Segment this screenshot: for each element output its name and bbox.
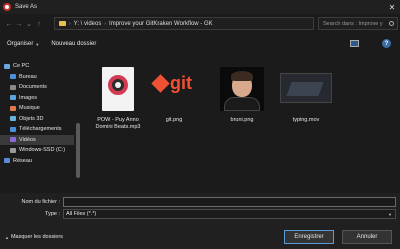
chevron-down-icon: ▼: [388, 211, 392, 217]
toolbar: Organiser ▼ Nouveau dossier ?: [0, 36, 400, 52]
address-bar: ← → ⌄ ↑ › Y: \ videos › Improve your Git…: [0, 14, 400, 34]
videos-icon: [10, 137, 16, 142]
documents-icon: [10, 84, 16, 90]
recent-chevron-icon[interactable]: ⌄: [24, 18, 34, 30]
forward-arrow-icon[interactable]: →: [14, 18, 24, 30]
file-name: typing.mov: [292, 117, 320, 123]
search-input[interactable]: Search dans : Improve y: [318, 17, 398, 30]
folder-icon: [59, 21, 66, 26]
new-folder-label: Nouveau dossier: [51, 41, 97, 47]
sidebar-item-label: Ce PC: [13, 63, 30, 69]
window-title: Save As: [15, 4, 38, 10]
up-arrow-icon[interactable]: ↑: [34, 18, 44, 30]
sidebar-item-label: Windows-SSD (C:): [19, 147, 66, 153]
hide-folders-toggle[interactable]: ▲ Masquer les dossiers: [5, 234, 63, 240]
sidebar-item-documents[interactable]: Documents: [0, 82, 74, 92]
file-item[interactable]: bruni.png: [214, 59, 270, 135]
file-name: bruni.png: [230, 117, 254, 123]
file-item[interactable]: typing.mov: [278, 59, 334, 135]
sidebar-item-vid-os[interactable]: Vidéos: [0, 134, 74, 145]
app-icon: [3, 3, 11, 11]
new-folder-button[interactable]: Nouveau dossier: [51, 41, 96, 47]
breadcrumb-item-videos[interactable]: Y: \ videos: [74, 21, 102, 27]
type-label: Type :: [45, 211, 60, 217]
sidebar-item-bureau[interactable]: Bureau: [0, 72, 74, 82]
breadcrumb-item-current[interactable]: Improve your GitKraken Workflow - GK: [109, 21, 213, 27]
git-logo-text: git: [170, 73, 192, 93]
sidebar-item-label: Objets 3D: [19, 115, 44, 122]
back-arrow-icon[interactable]: ←: [4, 18, 14, 30]
file-item[interactable]: git git.png: [146, 59, 202, 135]
file-list: POW - Puy Anno Domini Beats.mp3 git git.…: [82, 53, 400, 193]
search-icon: [389, 21, 394, 26]
close-icon[interactable]: ✕: [384, 0, 400, 14]
file-item[interactable]: POW - Puy Anno Domini Beats.mp3: [90, 59, 146, 135]
sidebar-item-musique[interactable]: Musique: [0, 103, 74, 113]
chevron-up-icon: ▲: [5, 234, 9, 240]
filename-row: Nom du fichier :: [0, 197, 400, 207]
music-icon: [10, 105, 16, 111]
objects-3d-icon: [10, 116, 16, 121]
sidebar-item-ce-pc[interactable]: Ce PC: [0, 61, 74, 71]
organize-menu[interactable]: Organiser ▼: [7, 41, 39, 47]
save-panel: Nom du fichier : Type : All Files (*.*) …: [0, 193, 400, 249]
git-logo-icon: git: [148, 63, 200, 115]
title-bar: Save As ✕: [0, 0, 400, 14]
breadcrumb-separator: ›: [104, 20, 107, 27]
breadcrumb-separator: ›: [69, 20, 71, 27]
images-icon: [10, 95, 16, 100]
sidebar-item-label: Musique: [19, 105, 40, 111]
desktop-icon: [10, 74, 16, 79]
help-icon[interactable]: ?: [382, 39, 391, 48]
organize-label: Organiser: [7, 41, 34, 47]
filename-label: Nom du fichier :: [21, 199, 60, 205]
hide-folders-label: Masquer les dossiers: [10, 234, 63, 240]
cancel-button[interactable]: Annuler: [342, 230, 392, 244]
file-name: git.png: [165, 117, 183, 123]
type-select[interactable]: All Files (*.*) ▼: [63, 209, 396, 219]
sidebar-item-windows-ssd-c[interactable]: Windows-SSD (C:): [0, 145, 74, 155]
file-name: POW - Puy Anno Domini Beats.mp3: [95, 117, 141, 130]
mp3-file-icon: [92, 63, 144, 115]
type-value: All Files (*.*): [66, 211, 97, 217]
sidebar-item-label: Images: [19, 94, 38, 101]
photo-thumbnail: [216, 63, 268, 115]
sidebar-item-label: Réseau: [13, 157, 32, 164]
computer-icon: [4, 63, 10, 69]
sidebar-item-label: Documents: [19, 84, 47, 90]
nav-scrollbar[interactable]: [76, 53, 80, 193]
sidebar-item-label: Bureau: [19, 73, 37, 80]
save-button[interactable]: Enregistrer: [284, 230, 334, 244]
navigation-pane[interactable]: Ce PC Bureau Documents Images Musique Objets …: [0, 53, 80, 193]
video-thumbnail: [280, 63, 332, 115]
nav-scrollbar-thumb[interactable]: [76, 123, 80, 178]
type-row: Type : All Files (*.*) ▼: [0, 209, 400, 219]
network-icon: [4, 158, 10, 163]
filename-input[interactable]: [63, 197, 396, 207]
sidebar-item-r-seau[interactable]: Réseau: [0, 156, 74, 166]
downloads-icon: [10, 126, 16, 132]
sidebar-item-label: Téléchargements: [19, 126, 62, 132]
search-placeholder: Search dans : Improve y: [323, 20, 383, 27]
chevron-down-icon: ▼: [35, 41, 40, 47]
sidebar-item-label: Vidéos: [19, 136, 36, 143]
sidebar-item-images[interactable]: Images: [0, 93, 74, 103]
sidebar-item-objets-3d[interactable]: Objets 3D: [0, 114, 74, 124]
sidebar-item-t-l-chargements[interactable]: Téléchargements: [0, 124, 74, 134]
view-options-icon[interactable]: [350, 40, 359, 47]
breadcrumb[interactable]: › Y: \ videos › Improve your GitKraken W…: [54, 17, 314, 30]
drive-icon: [10, 147, 16, 153]
